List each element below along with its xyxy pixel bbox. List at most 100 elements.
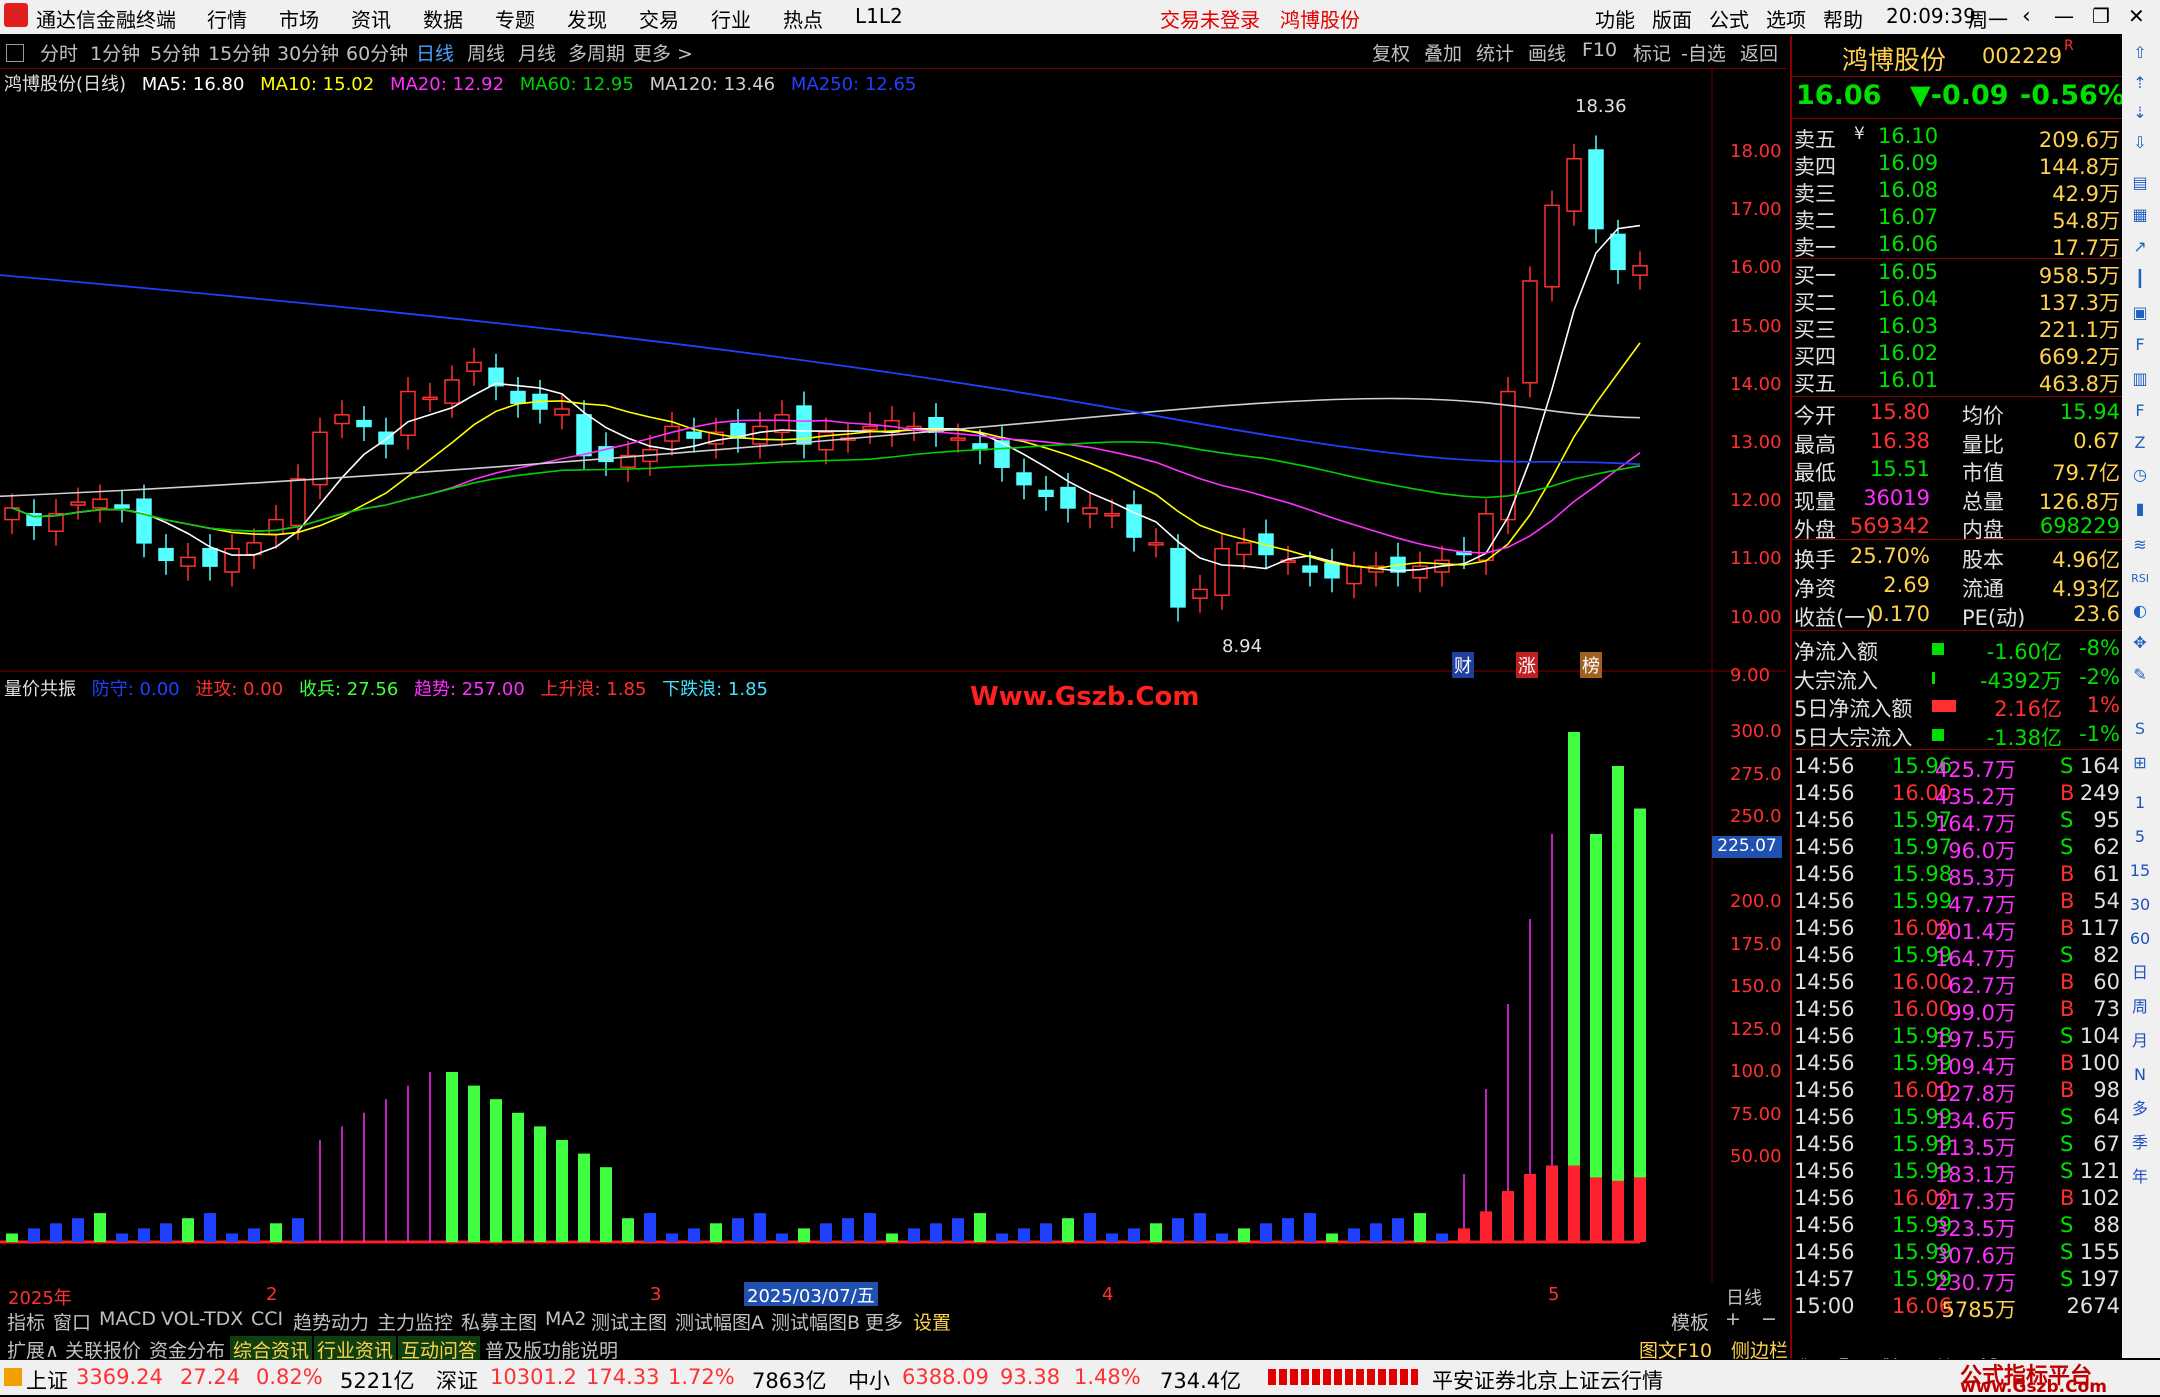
tick-row[interactable]: 14:57 15.99 230.7万 S 197	[1792, 1267, 2122, 1295]
menu-item-xuanxiang[interactable]: 选项	[1766, 4, 1806, 33]
restore-icon[interactable]: ❐	[2092, 4, 2110, 28]
period-more[interactable]: 更多 >	[633, 39, 693, 66]
tick-row[interactable]: 14:56 15.99 183.1万 S 121	[1792, 1159, 2122, 1187]
ask-row[interactable]: 卖五 ¥ 16.10 209.6万	[1792, 124, 2122, 152]
tick-row[interactable]: 14:56 15.99 134.6万 S 64	[1792, 1105, 2122, 1133]
panel-toggle-icon[interactable]	[6, 44, 24, 62]
tick-row[interactable]: 14:56 16.00 201.4万 B 117	[1792, 916, 2122, 944]
tab-pujiban[interactable]: 普及版功能说明	[482, 1336, 621, 1363]
tab-ceshizhutu[interactable]: 测试主图	[588, 1308, 670, 1335]
bid-row[interactable]: 买四 16.02 669.2万	[1792, 341, 2122, 369]
tool-diejia[interactable]: 叠加	[1424, 39, 1462, 66]
sidebar-period[interactable]: 日	[2129, 962, 2151, 984]
tab-hudongwenda[interactable]: 互动问答	[398, 1336, 481, 1363]
tool-fuquan[interactable]: 复权	[1372, 39, 1410, 66]
menu-item-jiaoyi[interactable]: 交易	[639, 4, 679, 33]
tick-row[interactable]: 14:56 15.98 197.5万 S 104	[1792, 1024, 2122, 1052]
candle-icon[interactable]: ┃	[2129, 268, 2151, 290]
tick-row[interactable]: 14:56 15.99 109.4万 B 100	[1792, 1051, 2122, 1079]
close-icon[interactable]: ✕	[2128, 4, 2145, 28]
arrow-up-icon[interactable]: ⇡	[2129, 72, 2151, 94]
sidebar-period[interactable]: 季	[2129, 1132, 2151, 1154]
tick-row[interactable]: 14:56 15.99 307.6万 S 155	[1792, 1240, 2122, 1268]
tool-biaoji[interactable]: 标记	[1633, 39, 1671, 66]
sh-name[interactable]: 上证	[26, 1365, 68, 1395]
period-15min[interactable]: 15分钟	[208, 39, 270, 66]
tick-row[interactable]: 14:56 16.00 99.0万 B 73	[1792, 997, 2122, 1025]
login-status[interactable]: 交易未登录	[1160, 4, 1260, 33]
back-arrow-icon[interactable]: ‹	[2022, 4, 2031, 29]
tick-row[interactable]: 14:56 16.00 217.3万 B 102	[1792, 1186, 2122, 1214]
tab-simuzhutu[interactable]: 私募主图	[458, 1308, 540, 1335]
menu-item-zhuanti[interactable]: 专题	[495, 4, 535, 33]
period-fenshi[interactable]: 分时	[40, 39, 78, 66]
ask-row[interactable]: 卖二 16.07 54.8万	[1792, 205, 2122, 233]
sidebar-period[interactable]: 60	[2129, 928, 2151, 950]
period-30min[interactable]: 30分钟	[277, 39, 339, 66]
tick-row[interactable]: 14:56 15.97 164.7万 S 95	[1792, 808, 2122, 836]
sidebar-period[interactable]: 15	[2129, 860, 2151, 882]
tick-row[interactable]: 14:56 15.98 85.3万 B 61	[1792, 862, 2122, 890]
rsi-icon[interactable]: RSI	[2129, 568, 2151, 590]
tick-row[interactable]: 14:56 15.96 425.7万 S 164	[1792, 754, 2122, 782]
tick-row[interactable]: 14:56 15.99 47.7万 B 54	[1792, 889, 2122, 917]
tick-row[interactable]: 14:56 15.99 323.5万 S 88	[1792, 1213, 2122, 1241]
period-weekly[interactable]: 周线	[467, 39, 505, 66]
tool-fanhui[interactable]: 返回	[1740, 39, 1778, 66]
f-icon[interactable]: F	[2129, 400, 2151, 422]
arrow-down-icon[interactable]: ⇩	[2129, 132, 2151, 154]
menu-item-gongshi[interactable]: 公式	[1709, 4, 1749, 33]
tick-row[interactable]: 14:56 15.99 164.7万 S 82	[1792, 943, 2122, 971]
menu-item-l1l2[interactable]: L1L2	[855, 4, 903, 28]
sidebar-period[interactable]: 周	[2129, 996, 2151, 1018]
tick-row[interactable]: 14:56 15.97 96.0万 S 62	[1792, 835, 2122, 863]
tab-zonghezixun[interactable]: 综合资讯	[230, 1336, 313, 1363]
tool-tongji[interactable]: 统计	[1476, 39, 1514, 66]
tab-vol-tdx[interactable]: VOL-TDX	[158, 1308, 246, 1330]
tab-cci[interactable]: CCI	[248, 1308, 286, 1330]
tab-remove[interactable]: −	[1758, 1308, 1780, 1330]
tool-f10[interactable]: F10	[1582, 39, 1617, 61]
period-monthly[interactable]: 月线	[518, 39, 556, 66]
period-1min[interactable]: 1分钟	[90, 39, 140, 66]
zx-name[interactable]: 中小	[848, 1365, 890, 1395]
menu-item-zixun[interactable]: 资讯	[351, 4, 391, 33]
tab-qushidongli[interactable]: 趋势动力	[290, 1308, 372, 1335]
ask-row[interactable]: 卖四 16.09 144.8万	[1792, 151, 2122, 179]
tick-row[interactable]: 14:56 16.00 62.7万 B 60	[1792, 970, 2122, 998]
hierarchy-icon[interactable]: ⊞	[2129, 752, 2151, 774]
tick-row[interactable]: 14:56 16.00 127.8万 B 98	[1792, 1078, 2122, 1106]
sidebar-period[interactable]: 月	[2129, 1030, 2151, 1052]
arrow-up-icon[interactable]: ⇧	[2129, 42, 2151, 64]
ask-row[interactable]: 卖三 16.08 42.9万	[1792, 178, 2122, 206]
panel-icon[interactable]: ▣	[2129, 302, 2151, 324]
bid-row[interactable]: 买二 16.04 137.3万	[1792, 287, 2122, 315]
f10-icon[interactable]: F	[2129, 334, 2151, 356]
menu-item-hangye[interactable]: 行业	[711, 4, 751, 33]
tab-kuozhan[interactable]: 扩展∧	[4, 1336, 62, 1363]
tab-tuwen-f10[interactable]: 图文F10	[1636, 1336, 1715, 1363]
tool-huaxian[interactable]: 画线	[1528, 39, 1566, 66]
chart-icon[interactable]: ≋	[2129, 534, 2151, 556]
menu-item-faxian[interactable]: 发现	[567, 4, 607, 33]
bid-row[interactable]: 买五 16.01 463.8万	[1792, 368, 2122, 396]
indicator-chart[interactable]: 量价共振 防守: 0.00 进攻: 0.00 收兵: 27.56 趋势: 257…	[0, 672, 1787, 1282]
period-multi[interactable]: 多周期	[568, 39, 625, 66]
tab-ceshifutu-a[interactable]: 测试幅图A	[672, 1308, 767, 1335]
grid-icon[interactable]: ▥	[2129, 368, 2151, 390]
sidebar-period[interactable]: 年	[2129, 1166, 2151, 1188]
menu-item-shichang[interactable]: 市场	[279, 4, 319, 33]
sidebar-period[interactable]: 5	[2129, 826, 2151, 848]
tab-zhibiao[interactable]: 指标	[4, 1308, 48, 1335]
tab-muban[interactable]: 模板	[1668, 1308, 1712, 1335]
fs-icon[interactable]: S	[2129, 718, 2151, 740]
sz-name[interactable]: 深证	[436, 1365, 478, 1395]
tab-hangyezixun[interactable]: 行业资讯	[314, 1336, 397, 1363]
menu-item-hangqing[interactable]: 行情	[207, 4, 247, 33]
tab-add[interactable]: +	[1722, 1308, 1744, 1330]
menu-item-shuju[interactable]: 数据	[423, 4, 463, 33]
bars-icon[interactable]: ▮	[2129, 498, 2151, 520]
period-60min[interactable]: 60分钟	[346, 39, 408, 66]
sidebar-period[interactable]: 多	[2129, 1098, 2151, 1120]
tab-ma2[interactable]: MA2	[542, 1308, 589, 1330]
